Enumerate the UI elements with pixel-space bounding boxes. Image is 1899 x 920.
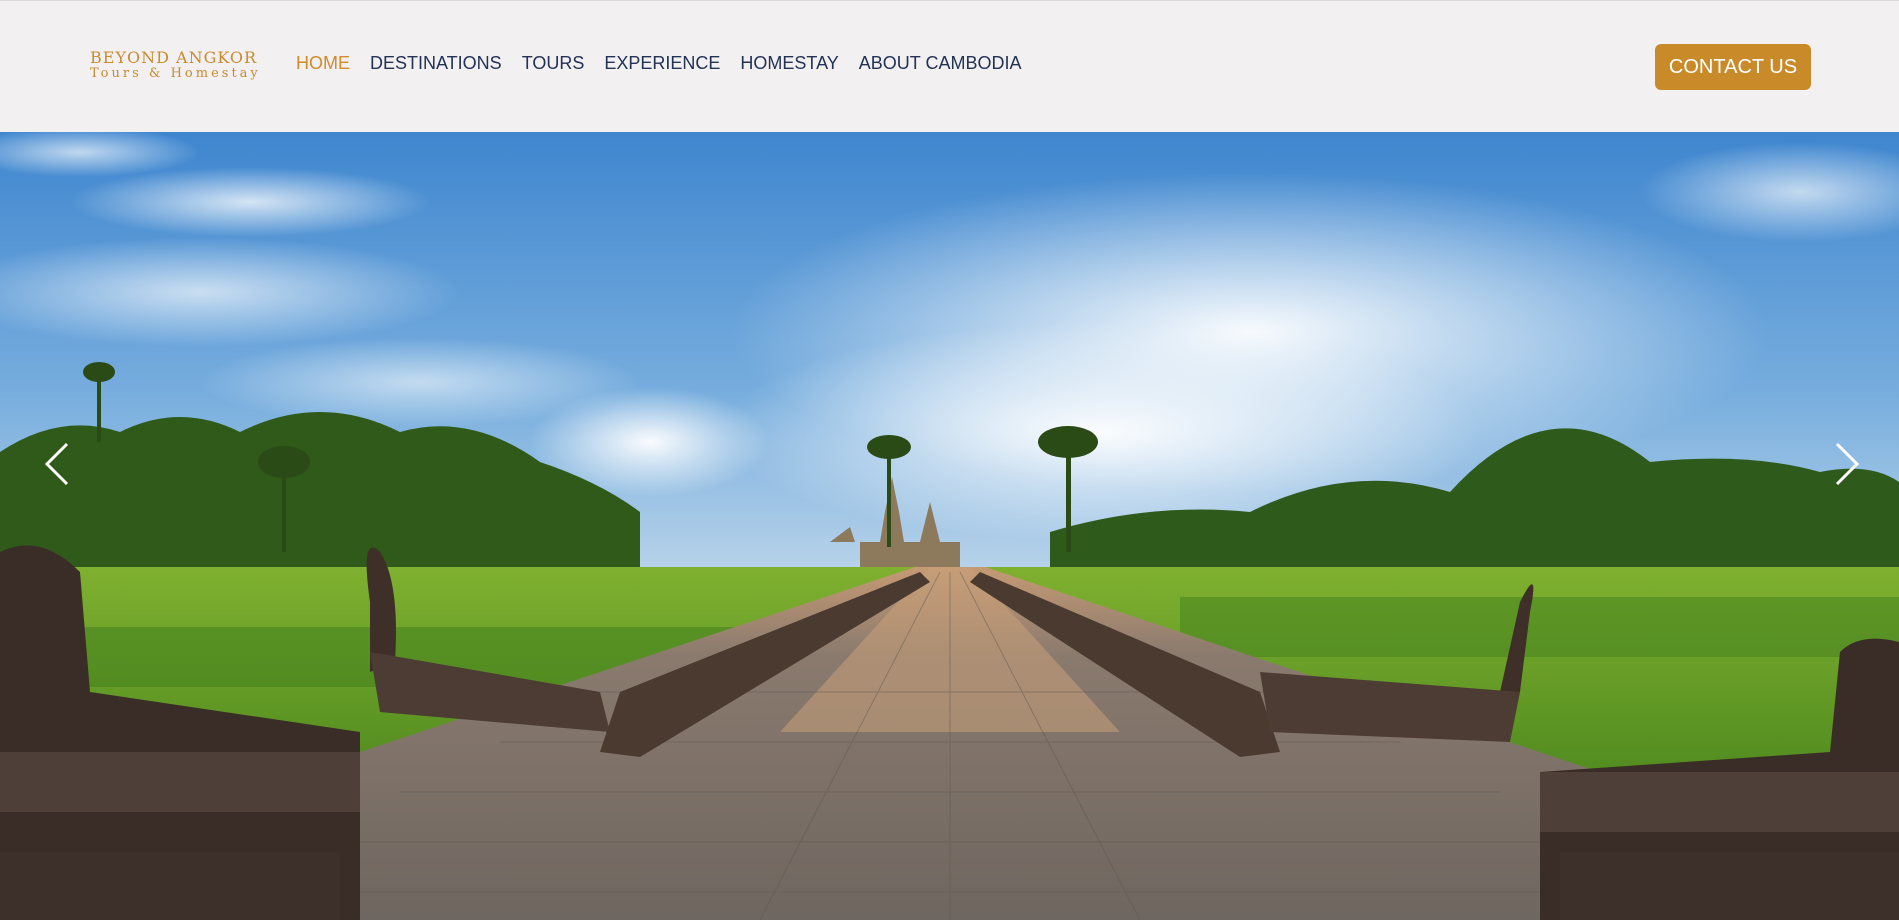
site-header: BEYOND ANGKOR Tours & Homestay HOME DEST… (0, 0, 1899, 132)
nav-experience[interactable]: EXPERIENCE (604, 53, 720, 74)
main-nav: HOME DESTINATIONS TOURS EXPERIENCE HOMES… (296, 53, 1041, 74)
nav-destinations[interactable]: DESTINATIONS (370, 53, 502, 74)
hero-image (0, 132, 1899, 920)
nav-homestay[interactable]: HOMESTAY (740, 53, 838, 74)
logo-subtitle: Tours & Homestay (90, 66, 261, 81)
nav-home[interactable]: HOME (296, 53, 350, 74)
hero-slider (0, 132, 1899, 920)
chevron-left-icon (44, 442, 69, 486)
prev-slide-button[interactable] (43, 442, 73, 486)
contact-us-button[interactable]: CONTACT US (1655, 44, 1811, 90)
nav-about-cambodia[interactable]: ABOUT CAMBODIA (859, 53, 1022, 74)
nav-tours[interactable]: TOURS (522, 53, 585, 74)
chevron-right-icon (1835, 442, 1860, 486)
logo[interactable]: BEYOND ANGKOR Tours & Homestay (90, 49, 270, 81)
next-slide-button[interactable] (1831, 442, 1861, 486)
logo-title: BEYOND ANGKOR (90, 48, 258, 67)
